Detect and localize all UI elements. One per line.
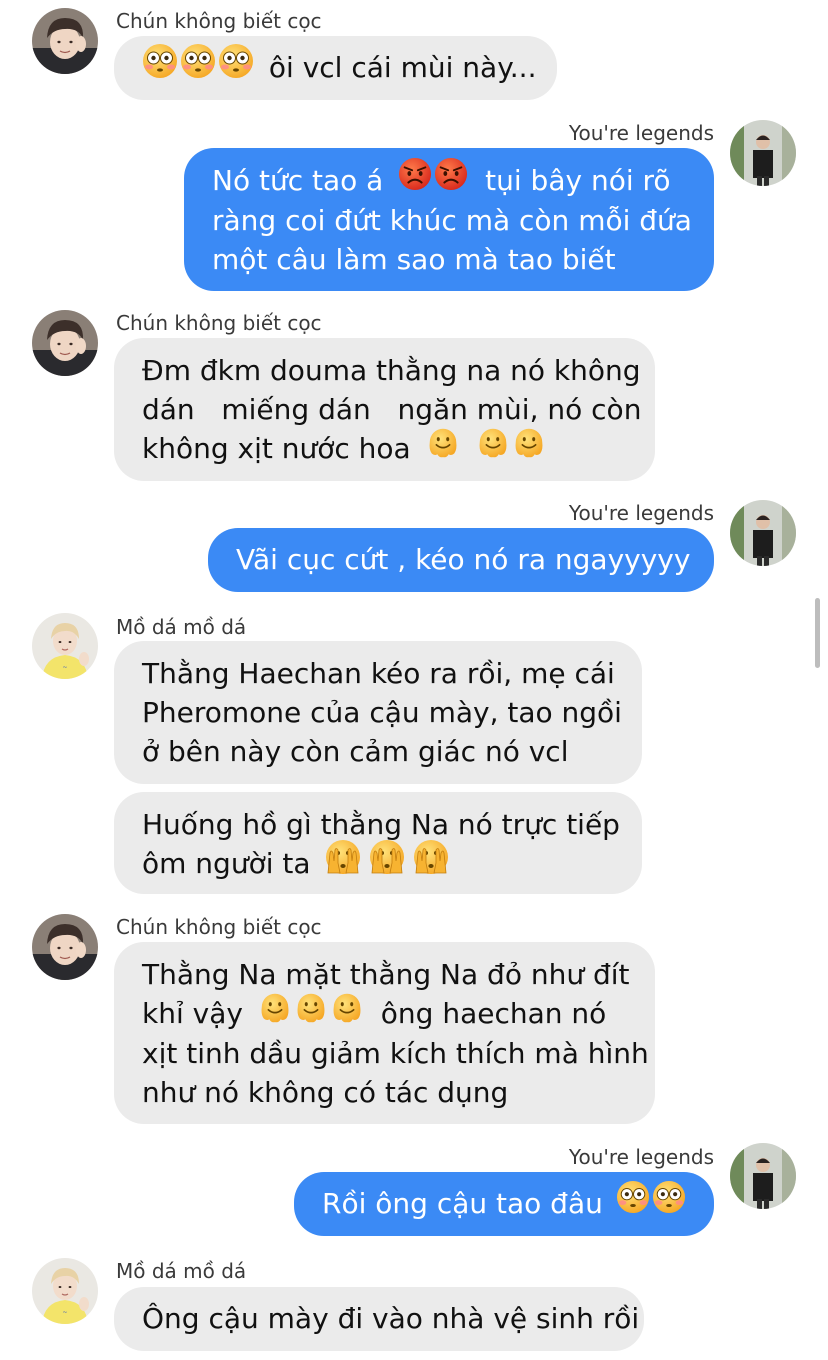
message-text: không xịt nước hoa [142,432,411,465]
face-with-peeking-eye-icon [325,839,361,885]
avatar[interactable] [32,613,98,679]
message-line: Vãi cục cứt , kéo nó ra ngayyyyy [236,543,691,576]
sender-name: You're legends [568,501,714,525]
message-line: ở bên này còn cảm giác nó vcl [142,735,569,768]
message-line: không xịt nước hoa [142,429,631,469]
face-with-peeking-eye-icon [413,839,449,885]
incoming-message-bubble[interactable]: ôi vcl cái mùi này... [114,36,557,100]
message-text: ông haechan nó [380,997,607,1030]
message-text: ôi vcl cái mùi này... [268,51,537,84]
message-line: Rồi ông cậu tao đâu [322,1184,690,1224]
flushed-face-icon [218,43,254,89]
incoming-message-bubble[interactable]: Thằng Na mặt thằng Na đỏ như đít khỉ vậy… [114,942,655,1124]
outgoing-message-bubble[interactable]: Nó tức tao á tụi bây nói rõ ràng coi đứt… [184,148,714,291]
message-line: Pheromone của cậu mày, tao ngồi [142,696,622,729]
angry-face-icon [434,157,468,201]
message-text: Rồi ông cậu tao đâu [322,1187,603,1220]
message-line: ràng coi đứt khúc mà còn mỗi đứa [212,204,692,237]
emoji-group [258,990,366,1034]
incoming-message-bubble[interactable]: Đm đkm douma thằng na nó không dán miếng… [114,338,655,481]
sender-name: Chún không biết cọc [116,915,322,939]
emoji-group [616,1180,688,1224]
avatar[interactable] [32,1258,98,1324]
melting-face-icon [512,425,546,469]
avatar[interactable] [32,310,98,376]
message-text: ôm người ta [142,847,311,880]
message-line: như nó không có tác dụng [142,1076,509,1109]
chat-thread: Chún không biết cọc ôi vcl cái mùi này..… [0,0,828,1360]
avatar[interactable] [32,914,98,980]
message-line: Nó tức tao á tụi bây nói rõ [212,161,690,201]
angry-face-icon [398,157,432,201]
flushed-face-icon [652,1180,686,1224]
sender-name: You're legends [568,1145,714,1169]
emoji-group [398,157,470,201]
melting-face-icon [330,990,364,1034]
scrollbar-thumb[interactable] [815,598,820,668]
incoming-message-bubble[interactable]: Thằng Haechan kéo ra rồi, mẹ cái Pheromo… [114,641,642,784]
flushed-face-icon [180,43,216,89]
flushed-face-icon [616,1180,650,1224]
sender-name: Chún không biết cọc [116,311,322,335]
message-line: Thằng Haechan kéo ra rồi, mẹ cái [142,657,615,690]
emoji-group [325,839,451,885]
outgoing-message-bubble[interactable]: Rồi ông cậu tao đâu [294,1172,714,1236]
avatar[interactable] [32,8,98,74]
message-text: khỉ vậy [142,997,243,1030]
face-with-peeking-eye-icon [369,839,405,885]
melting-face-icon [426,425,460,469]
melting-face-icon [476,425,510,469]
message-line: xịt tinh dầu giảm kích thích mà hình [142,1037,649,1070]
message-line: một câu làm sao mà tao biết [212,243,616,276]
message-line: khỉ vậy ông haechan nó [142,994,631,1034]
melting-face-icon [294,990,328,1034]
melting-face-icon [258,990,292,1034]
message-line: ôm người ta [142,844,618,885]
message-line: Đm đkm douma thằng na nó không [142,354,641,387]
message-line: Ông cậu mày đi vào nhà vệ sinh rồi [142,1302,640,1335]
message-line: dán miếng dán ngăn mùi, nó còn [142,393,642,426]
emoji-group [426,425,548,469]
message-line: ôi vcl cái mùi này... [142,48,536,89]
avatar[interactable] [730,120,796,186]
flushed-face-icon [142,43,178,89]
message-line: Thằng Na mặt thằng Na đỏ như đít [142,958,630,991]
sender-name: Mồ dá mồ dá [116,615,247,639]
emoji-group [142,43,256,89]
outgoing-message-bubble[interactable]: Vãi cục cứt , kéo nó ra ngayyyyy [208,528,714,592]
incoming-message-bubble[interactable]: Ông cậu mày đi vào nhà vệ sinh rồi [114,1287,644,1351]
avatar[interactable] [730,500,796,566]
message-text: Nó tức tao á [212,164,384,197]
avatar[interactable] [730,1143,796,1209]
sender-name: Mồ dá mồ dá [116,1259,247,1283]
sender-name: You're legends [568,121,714,145]
sender-name: Chún không biết cọc [116,9,322,33]
message-text: tụi bây nói rõ [485,164,671,197]
incoming-message-bubble[interactable]: Huống hồ gì thằng Na nó trực tiếp ôm ngư… [114,792,642,894]
